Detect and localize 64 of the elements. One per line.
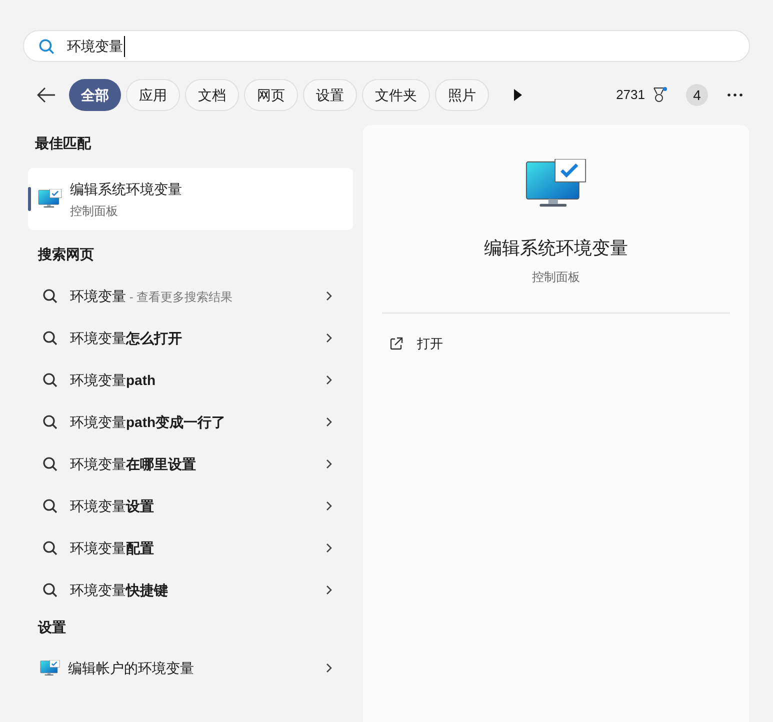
suggestion-text: 环境变量快捷键 [70,580,169,600]
search-icon [42,414,58,430]
web-search-item[interactable]: 环境变量 - 查看更多搜索结果 [28,275,353,317]
filter-tab[interactable]: 应用 [126,79,180,111]
detail-subtitle: 控制面板 [532,268,580,286]
play-icon[interactable] [513,89,523,101]
filter-tab[interactable]: 照片 [435,79,489,111]
section-heading: 搜索网页 [38,245,95,264]
monitor-icon [40,660,60,676]
item-subtitle: 控制面板 [70,202,119,220]
search-field[interactable]: 环境变量 [23,30,750,62]
item-title: 编辑系统环境变量 [70,180,182,198]
search-icon [42,288,58,304]
section-heading: 最佳匹配 [35,134,92,153]
chevron-right-icon [325,584,333,596]
suggestion-text: 环境变量path变成一行了 [70,412,227,432]
filter-tab[interactable]: 网页 [244,79,298,111]
best-match-item[interactable]: 编辑系统环境变量 控制面板 [28,168,353,230]
item-title: 编辑帐户的环境变量 [68,658,195,678]
monitor-icon [525,159,587,209]
open-action[interactable]: 打开 [389,328,723,360]
search-icon [42,540,58,556]
chevron-right-icon [325,290,333,302]
web-search-item[interactable]: 环境变量配置 [28,527,353,569]
suggestion-text: 环境变量设置 [70,496,155,516]
chevron-right-icon [325,662,333,674]
search-icon [42,372,58,388]
filter-tab[interactable]: 文件夹 [362,79,430,111]
chevron-right-icon [325,332,333,344]
badge-count[interactable]: 4 [686,84,708,106]
chevron-right-icon [325,542,333,554]
more-icon[interactable] [727,93,743,97]
search-icon [42,498,58,514]
suggestion-text: 环境变量 - 查看更多搜索结果 [70,286,234,306]
section-heading: 设置 [38,618,67,637]
monitor-icon [38,189,62,209]
suggestion-text: 环境变量配置 [70,538,155,558]
search-icon [42,456,58,472]
web-search-item[interactable]: 环境变量怎么打开 [28,317,353,359]
search-icon [42,330,58,346]
suggestion-text: 环境变量path [70,370,157,390]
search-icon [42,582,58,598]
web-search-item[interactable]: 环境变量设置 [28,485,353,527]
settings-item[interactable]: 编辑帐户的环境变量 [28,648,353,688]
chevron-right-icon [325,500,333,512]
web-search-item[interactable]: 环境变量path变成一行了 [28,401,353,443]
chevron-right-icon [325,458,333,470]
suggestion-text: 环境变量怎么打开 [70,328,183,348]
filter-tab[interactable]: 文档 [185,79,239,111]
web-search-item[interactable]: 环境变量快捷键 [28,569,353,611]
search-icon [38,38,55,54]
web-search-item[interactable]: 环境变量path [28,359,353,401]
suggestion-text: 环境变量在哪里设置 [70,454,197,474]
points-count: 2731 [616,86,645,104]
search-text: 环境变量 [67,36,125,56]
chevron-right-icon [325,374,333,386]
external-link-icon [389,336,403,351]
web-search-item[interactable]: 环境变量在哪里设置 [28,443,353,485]
chevron-right-icon [325,416,333,428]
detail-title: 编辑系统环境变量 [484,236,628,260]
filter-tab[interactable]: 设置 [303,79,357,111]
medal-icon[interactable] [651,87,667,103]
back-arrow-icon[interactable] [36,87,56,103]
filter-tab[interactable]: 全部 [69,79,121,111]
